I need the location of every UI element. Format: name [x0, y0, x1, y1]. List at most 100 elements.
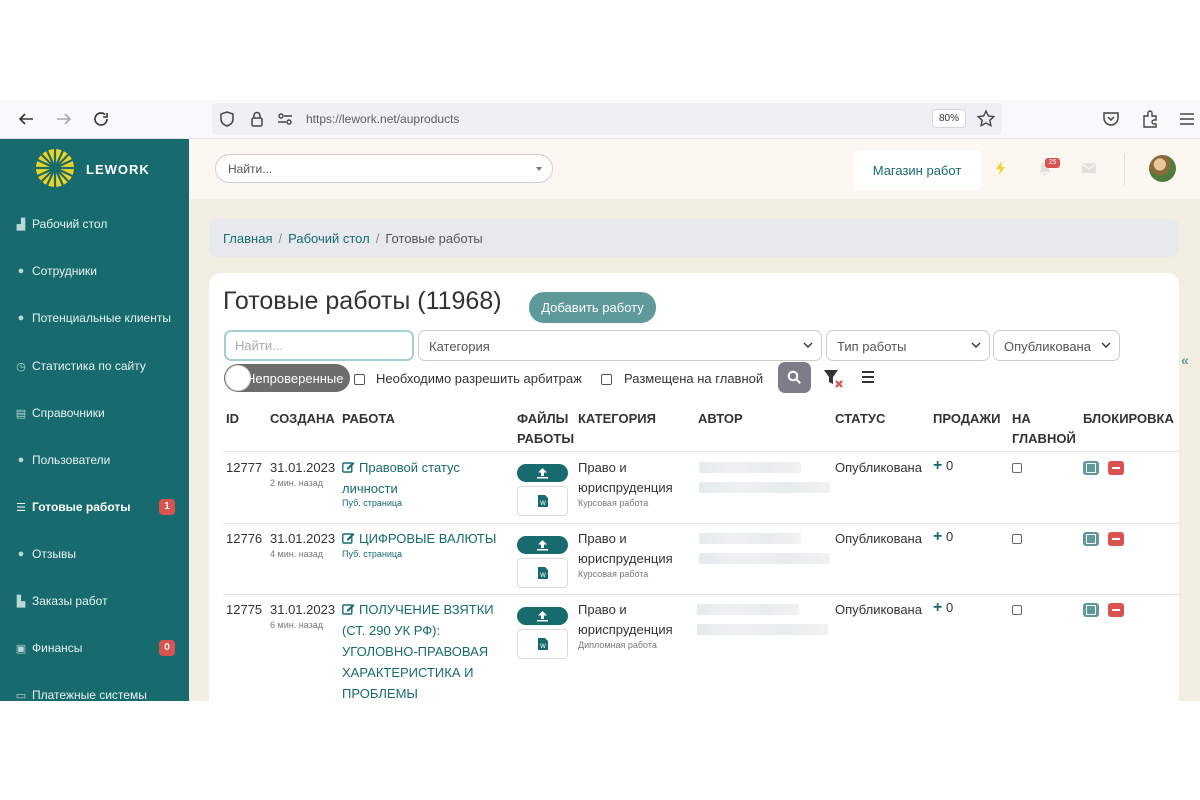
public-page-link[interactable]: Пуб. страница	[342, 549, 402, 559]
extensions-icon[interactable]	[1140, 109, 1160, 129]
work-title-line[interactable]: УГОЛОВНО-ПРАВОВАЯ	[342, 644, 488, 659]
pocket-icon[interactable]	[1101, 109, 1121, 129]
work-title-line[interactable]: ХАРАКТЕРИСТИКА И	[342, 665, 473, 680]
avatar[interactable]	[1149, 155, 1176, 182]
work-title-line[interactable]: ПОЛУЧЕНИЕ ВЗЯТКИ	[359, 602, 494, 617]
row-id: 12777	[226, 460, 263, 475]
work-title-line[interactable]: ПРОБЛЕМЫ	[342, 686, 418, 701]
upload-icon	[537, 468, 548, 479]
back-icon[interactable]	[14, 108, 38, 130]
category-select-value: Категория	[429, 339, 490, 354]
col-header-id[interactable]: ID	[226, 409, 239, 429]
col-header-category[interactable]: КАТЕГОРИЯ	[578, 409, 656, 429]
sales-counter[interactable]: + 0	[933, 599, 953, 617]
plus-icon[interactable]: +	[933, 599, 942, 616]
unverified-toggle[interactable]: Непроверенные	[224, 364, 350, 392]
on-main-row-checkbox[interactable]	[1012, 534, 1022, 544]
arbitration-checkbox[interactable]	[354, 374, 365, 385]
upload-button[interactable]	[517, 536, 568, 554]
permissions-icon[interactable]	[276, 110, 294, 128]
notifications-badge: 25	[1045, 158, 1060, 168]
sidebar-item-users[interactable]: ● Пользователи	[0, 445, 189, 475]
reload-icon[interactable]	[89, 108, 113, 130]
col-header-files[interactable]: ФАЙЛЫ	[517, 409, 568, 429]
work-title-line[interactable]: личности	[342, 481, 398, 496]
forward-icon[interactable]	[52, 108, 76, 130]
zoom-level[interactable]: 80%	[932, 109, 966, 128]
work-title-link[interactable]: ПОЛУЧЕНИЕ ВЗЯТКИ (СТ. 290 УК РФ): УГОЛОВНО…	[342, 599, 494, 701]
col-header-author[interactable]: АВТОР	[698, 409, 743, 429]
sidebar-item-reviews[interactable]: ● Отзывы	[0, 539, 189, 569]
col-header-files-line2[interactable]: РАБОТЫ	[517, 429, 574, 449]
plus-icon[interactable]: +	[933, 528, 942, 545]
upload-button[interactable]	[517, 464, 568, 482]
url-text[interactable]: https://lework.net/auproducts	[306, 112, 459, 126]
work-title-line[interactable]: ЦИФРОВЫЕ ВАЛЮТЫ	[359, 531, 496, 546]
sidebar-item-finance[interactable]: ▣ Финансы 0	[0, 633, 189, 663]
edit-icon[interactable]	[342, 532, 355, 544]
edit-icon[interactable]	[342, 461, 355, 473]
url-bar[interactable]: https://lework.net/auproducts 80%	[212, 103, 1002, 135]
clear-filter-icon[interactable]	[823, 368, 845, 390]
brand[interactable]: LEWORK	[0, 139, 189, 199]
breadcrumb: Главная / Рабочий стол / Готовые работы	[209, 219, 1179, 257]
block-icon[interactable]	[1108, 532, 1124, 546]
arbitration-checkbox-label: Необходимо разрешить арбитраж	[376, 371, 582, 386]
block-icon[interactable]	[1108, 461, 1124, 475]
work-title-link[interactable]: Правовой статус личности	[342, 457, 460, 499]
block-icon[interactable]	[1108, 603, 1124, 617]
plus-icon[interactable]: +	[933, 457, 942, 474]
work-title-link[interactable]: ЦИФРОВЫЕ ВАЛЮТЫ	[342, 528, 496, 549]
upload-button[interactable]	[517, 607, 568, 625]
col-header-created[interactable]: СОЗДАНА	[270, 409, 335, 429]
list-menu-icon[interactable]	[857, 366, 879, 388]
sidebar-item-payment-systems[interactable]: ▭ Платежные системы	[0, 680, 189, 701]
menu-icon[interactable]	[1177, 109, 1197, 129]
global-search-select[interactable]: Найти...	[215, 154, 553, 183]
col-header-work[interactable]: РАБОТА	[342, 409, 395, 429]
work-title-line[interactable]: Правовой статус	[359, 460, 460, 475]
lock-icon[interactable]	[248, 110, 266, 128]
breadcrumb-desk[interactable]: Рабочий стол	[288, 231, 370, 246]
filter-search-input[interactable]: Найти...	[224, 330, 414, 361]
breadcrumb-home[interactable]: Главная	[223, 231, 272, 246]
sales-counter[interactable]: + 0	[933, 457, 953, 475]
col-header-on-main[interactable]: НА	[1012, 409, 1031, 429]
collapse-panel-icon[interactable]: «	[1181, 352, 1189, 368]
sidebar-item-statistics[interactable]: ◷ Статистика по сайту	[0, 351, 189, 381]
edit-icon[interactable]	[342, 603, 355, 615]
sidebar-item-ready-works[interactable]: ☰ Готовые работы 1	[0, 492, 189, 522]
search-button[interactable]	[778, 362, 811, 393]
status-select[interactable]: Опубликована	[993, 330, 1120, 361]
col-header-sales[interactable]: ПРОДАЖИ	[933, 409, 1001, 429]
add-work-button[interactable]: Добавить работу	[529, 292, 656, 323]
sidebar-item-directories[interactable]: ▤ Справочники	[0, 398, 189, 428]
sidebar-item-orders[interactable]: ▙ Заказы работ	[0, 586, 189, 616]
on-main-row-checkbox[interactable]	[1012, 463, 1022, 473]
col-header-on-main-line2[interactable]: ГЛАВНОЙ	[1012, 429, 1076, 449]
word-file-button[interactable]: W	[517, 486, 568, 516]
word-file-button[interactable]: W	[517, 629, 568, 659]
on-main-checkbox[interactable]	[601, 374, 612, 385]
approve-icon[interactable]	[1083, 461, 1099, 475]
public-page-link[interactable]: Пуб. страница	[342, 498, 402, 508]
approve-icon[interactable]	[1083, 603, 1099, 617]
store-button[interactable]: Магазин работ	[853, 150, 981, 190]
shield-icon[interactable]	[218, 110, 236, 128]
lightning-icon[interactable]	[993, 160, 1009, 176]
approve-icon[interactable]	[1083, 532, 1099, 546]
col-header-status[interactable]: СТАТУС	[835, 409, 885, 429]
col-header-block[interactable]: БЛОКИРОВКА	[1083, 409, 1174, 429]
sidebar-item-employees[interactable]: ● Сотрудники	[0, 256, 189, 286]
sidebar-item-leads[interactable]: ● Потенциальные клиенты	[0, 303, 189, 333]
user-lock-icon: ●	[17, 548, 25, 560]
on-main-row-checkbox[interactable]	[1012, 605, 1022, 615]
sidebar-item-dashboard[interactable]: ▟ Рабочий стол	[0, 209, 189, 239]
work-type-select[interactable]: Тип работы	[826, 330, 990, 361]
sales-counter[interactable]: + 0	[933, 528, 953, 546]
work-title-line[interactable]: (СТ. 290 УК РФ):	[342, 623, 440, 638]
mail-icon[interactable]	[1081, 160, 1097, 176]
bookmark-star-icon[interactable]	[976, 109, 996, 129]
category-select[interactable]: Категория	[418, 330, 822, 361]
word-file-button[interactable]: W	[517, 558, 568, 588]
